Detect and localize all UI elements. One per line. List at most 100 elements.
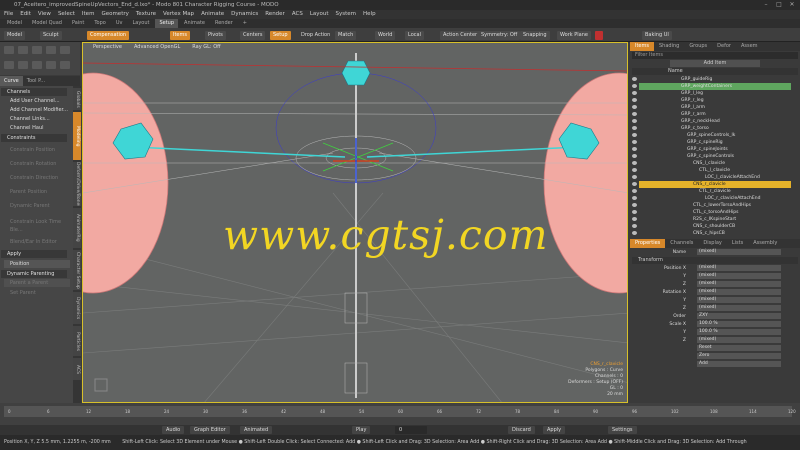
action-center-dropdown[interactable]: Action Center	[440, 31, 481, 40]
layout-tab[interactable]: Model	[3, 19, 26, 28]
visibility-eye-icon[interactable]	[632, 112, 637, 116]
maximize-icon[interactable]: □	[773, 1, 785, 9]
visibility-eye-icon[interactable]	[632, 126, 637, 130]
locator-tool-icon[interactable]	[4, 61, 14, 69]
name-field[interactable]: (mixed)	[697, 249, 781, 255]
property-value[interactable]: (mixed)	[697, 337, 781, 343]
compensation-button[interactable]: Compensation	[87, 31, 130, 40]
constrain-look-button[interactable]: Constrain Look Time Ble...	[4, 218, 70, 233]
item-row[interactable]: GRP_c_spineRig	[632, 139, 791, 146]
visibility-eye-icon[interactable]	[632, 161, 637, 165]
time-ruler[interactable]: 0 6 12 18 24 30 36 42 48 54 60 66 72 78 84 90 96 102 108 11…	[4, 406, 796, 417]
visibility-eye-icon[interactable]	[632, 140, 637, 144]
left-shield-shape[interactable]	[83, 72, 169, 294]
layout-tab[interactable]: Paint	[68, 19, 88, 28]
transform-header[interactable]: Transform	[632, 257, 798, 264]
apply-button[interactable]: Apply	[543, 426, 566, 434]
channel-haul-button[interactable]: Channel Haul	[4, 124, 70, 132]
visibility-eye-icon[interactable]	[632, 133, 637, 137]
items-button[interactable]: Items	[170, 31, 190, 40]
joint-tool-icon[interactable]	[18, 61, 28, 69]
vertical-tab[interactable]: Globals	[73, 88, 81, 110]
item-row[interactable]: CNS_c_hipsCB	[632, 230, 791, 237]
property-value[interactable]: ZXY	[697, 313, 781, 319]
vertical-tab[interactable]: ACS	[73, 358, 81, 380]
model-button[interactable]: Model	[4, 31, 26, 40]
edge-tool-icon[interactable]	[46, 46, 56, 54]
tab-items[interactable]: Items	[630, 42, 654, 51]
tab-shading[interactable]: Shading	[654, 42, 684, 51]
item-row[interactable]: GRP_c_spineControls	[632, 153, 791, 160]
item-row[interactable]: R2S_c_IKspineStart	[632, 216, 791, 223]
snapping-button[interactable]: Snapping	[520, 31, 550, 40]
visibility-eye-icon[interactable]	[632, 119, 637, 123]
tab-display[interactable]: Display	[698, 239, 726, 248]
visibility-eye-icon[interactable]	[632, 203, 637, 207]
layout-tab[interactable]: Setup	[155, 19, 179, 28]
visibility-eye-icon[interactable]	[632, 224, 637, 228]
tab-properties[interactable]: Properties	[630, 239, 666, 248]
visibility-eye-icon[interactable]	[632, 189, 637, 193]
item-row[interactable]: GRP_r_arm	[632, 111, 791, 118]
item-row[interactable]: GRP_weightContainers	[632, 83, 791, 90]
tab-channels[interactable]: Channels	[665, 239, 698, 248]
3d-viewport[interactable]: Perspective Advanced OpenGL Ray GL: Off	[82, 42, 628, 403]
menu-item[interactable]: Texture	[136, 10, 156, 19]
add-item-button[interactable]: Add Item	[670, 60, 760, 67]
item-row[interactable]: CTL_c_lowerTorsoAndHips	[632, 202, 791, 209]
item-row[interactable]: LOC_r_clavicleAttachEnd	[632, 195, 791, 202]
visibility-eye-icon[interactable]	[632, 182, 637, 186]
menu-item[interactable]: Help	[363, 10, 376, 19]
property-value[interactable]: (mixed)	[697, 273, 781, 279]
minimize-icon[interactable]: –	[760, 1, 772, 9]
bevel-tool-icon[interactable]	[32, 46, 42, 54]
vertical-tab[interactable]: Dynamics	[73, 292, 81, 324]
symmetry-dropdown[interactable]: Symmetry: Off	[478, 31, 521, 40]
vertical-tab[interactable]: Character Setup	[73, 250, 81, 290]
property-value[interactable]: 100.0 %	[697, 329, 781, 335]
channel-links-button[interactable]: Channel Links...	[4, 115, 70, 123]
centers-button[interactable]: Centers	[240, 31, 266, 40]
bone-tool-icon[interactable]	[60, 61, 70, 69]
channels-header[interactable]: Channels	[1, 88, 67, 96]
vertical-tab[interactable]: Deform/Drive/Bones	[73, 162, 81, 206]
visibility-eye-icon[interactable]	[632, 196, 637, 200]
item-row[interactable]: CNS_c_shoulderCB	[632, 223, 791, 230]
layout-tab[interactable]: Uv	[112, 19, 127, 28]
animated-dropdown[interactable]: Animated	[240, 426, 273, 434]
head-control[interactable]	[341, 60, 371, 86]
close-icon[interactable]: ✕	[786, 1, 798, 9]
dynamic-parenting-header[interactable]: Dynamic Parenting	[1, 270, 67, 278]
item-row[interactable]: GRP_r_leg	[632, 97, 791, 104]
item-row[interactable]: CTL_r_clavicle	[632, 188, 791, 195]
add-channel-modifier-button[interactable]: Add Channel Modifier...	[4, 106, 70, 114]
item-row[interactable]: CNS_r_clavicle	[632, 181, 791, 188]
menu-item[interactable]: Render	[265, 10, 285, 19]
item-row[interactable]: GRP_guideRig	[632, 76, 791, 83]
menu-item[interactable]: Item	[82, 10, 95, 19]
visibility-eye-icon[interactable]	[632, 154, 637, 158]
pen-tool-icon[interactable]	[4, 46, 14, 54]
record-icon[interactable]	[595, 31, 603, 40]
item-row[interactable]: GRP_spineControls_lk	[632, 132, 791, 139]
right-shield-shape[interactable]	[543, 72, 628, 294]
menu-item[interactable]: Vertex Map	[163, 10, 194, 19]
visibility-eye-icon[interactable]	[632, 147, 637, 151]
property-value[interactable]: Add	[697, 361, 781, 367]
property-value[interactable]: (mixed)	[697, 305, 781, 311]
visibility-eye-icon[interactable]	[632, 175, 637, 179]
tab-assemblies[interactable]: Assem	[736, 42, 763, 51]
item-row[interactable]: CTL_l_clavicle	[632, 167, 791, 174]
item-row[interactable]: GRP_l_leg	[632, 90, 791, 97]
parent-position-button[interactable]: Parent Position	[4, 188, 70, 196]
layout-tab[interactable]: Render	[211, 19, 237, 28]
tab-curve[interactable]: Curve	[0, 76, 23, 86]
layout-tab[interactable]: +	[239, 19, 251, 28]
play-button[interactable]: Play	[352, 426, 371, 434]
constraints-header[interactable]: Constraints	[1, 134, 67, 142]
pivots-button[interactable]: Pivots	[205, 31, 226, 40]
item-row[interactable]: CNS_l_clavicle	[632, 160, 791, 167]
vertical-tab[interactable]: Animate/Rig	[73, 208, 81, 248]
vertical-tab[interactable]: Particles	[73, 326, 81, 356]
item-row[interactable]: GRP_c_neckHead	[632, 118, 791, 125]
